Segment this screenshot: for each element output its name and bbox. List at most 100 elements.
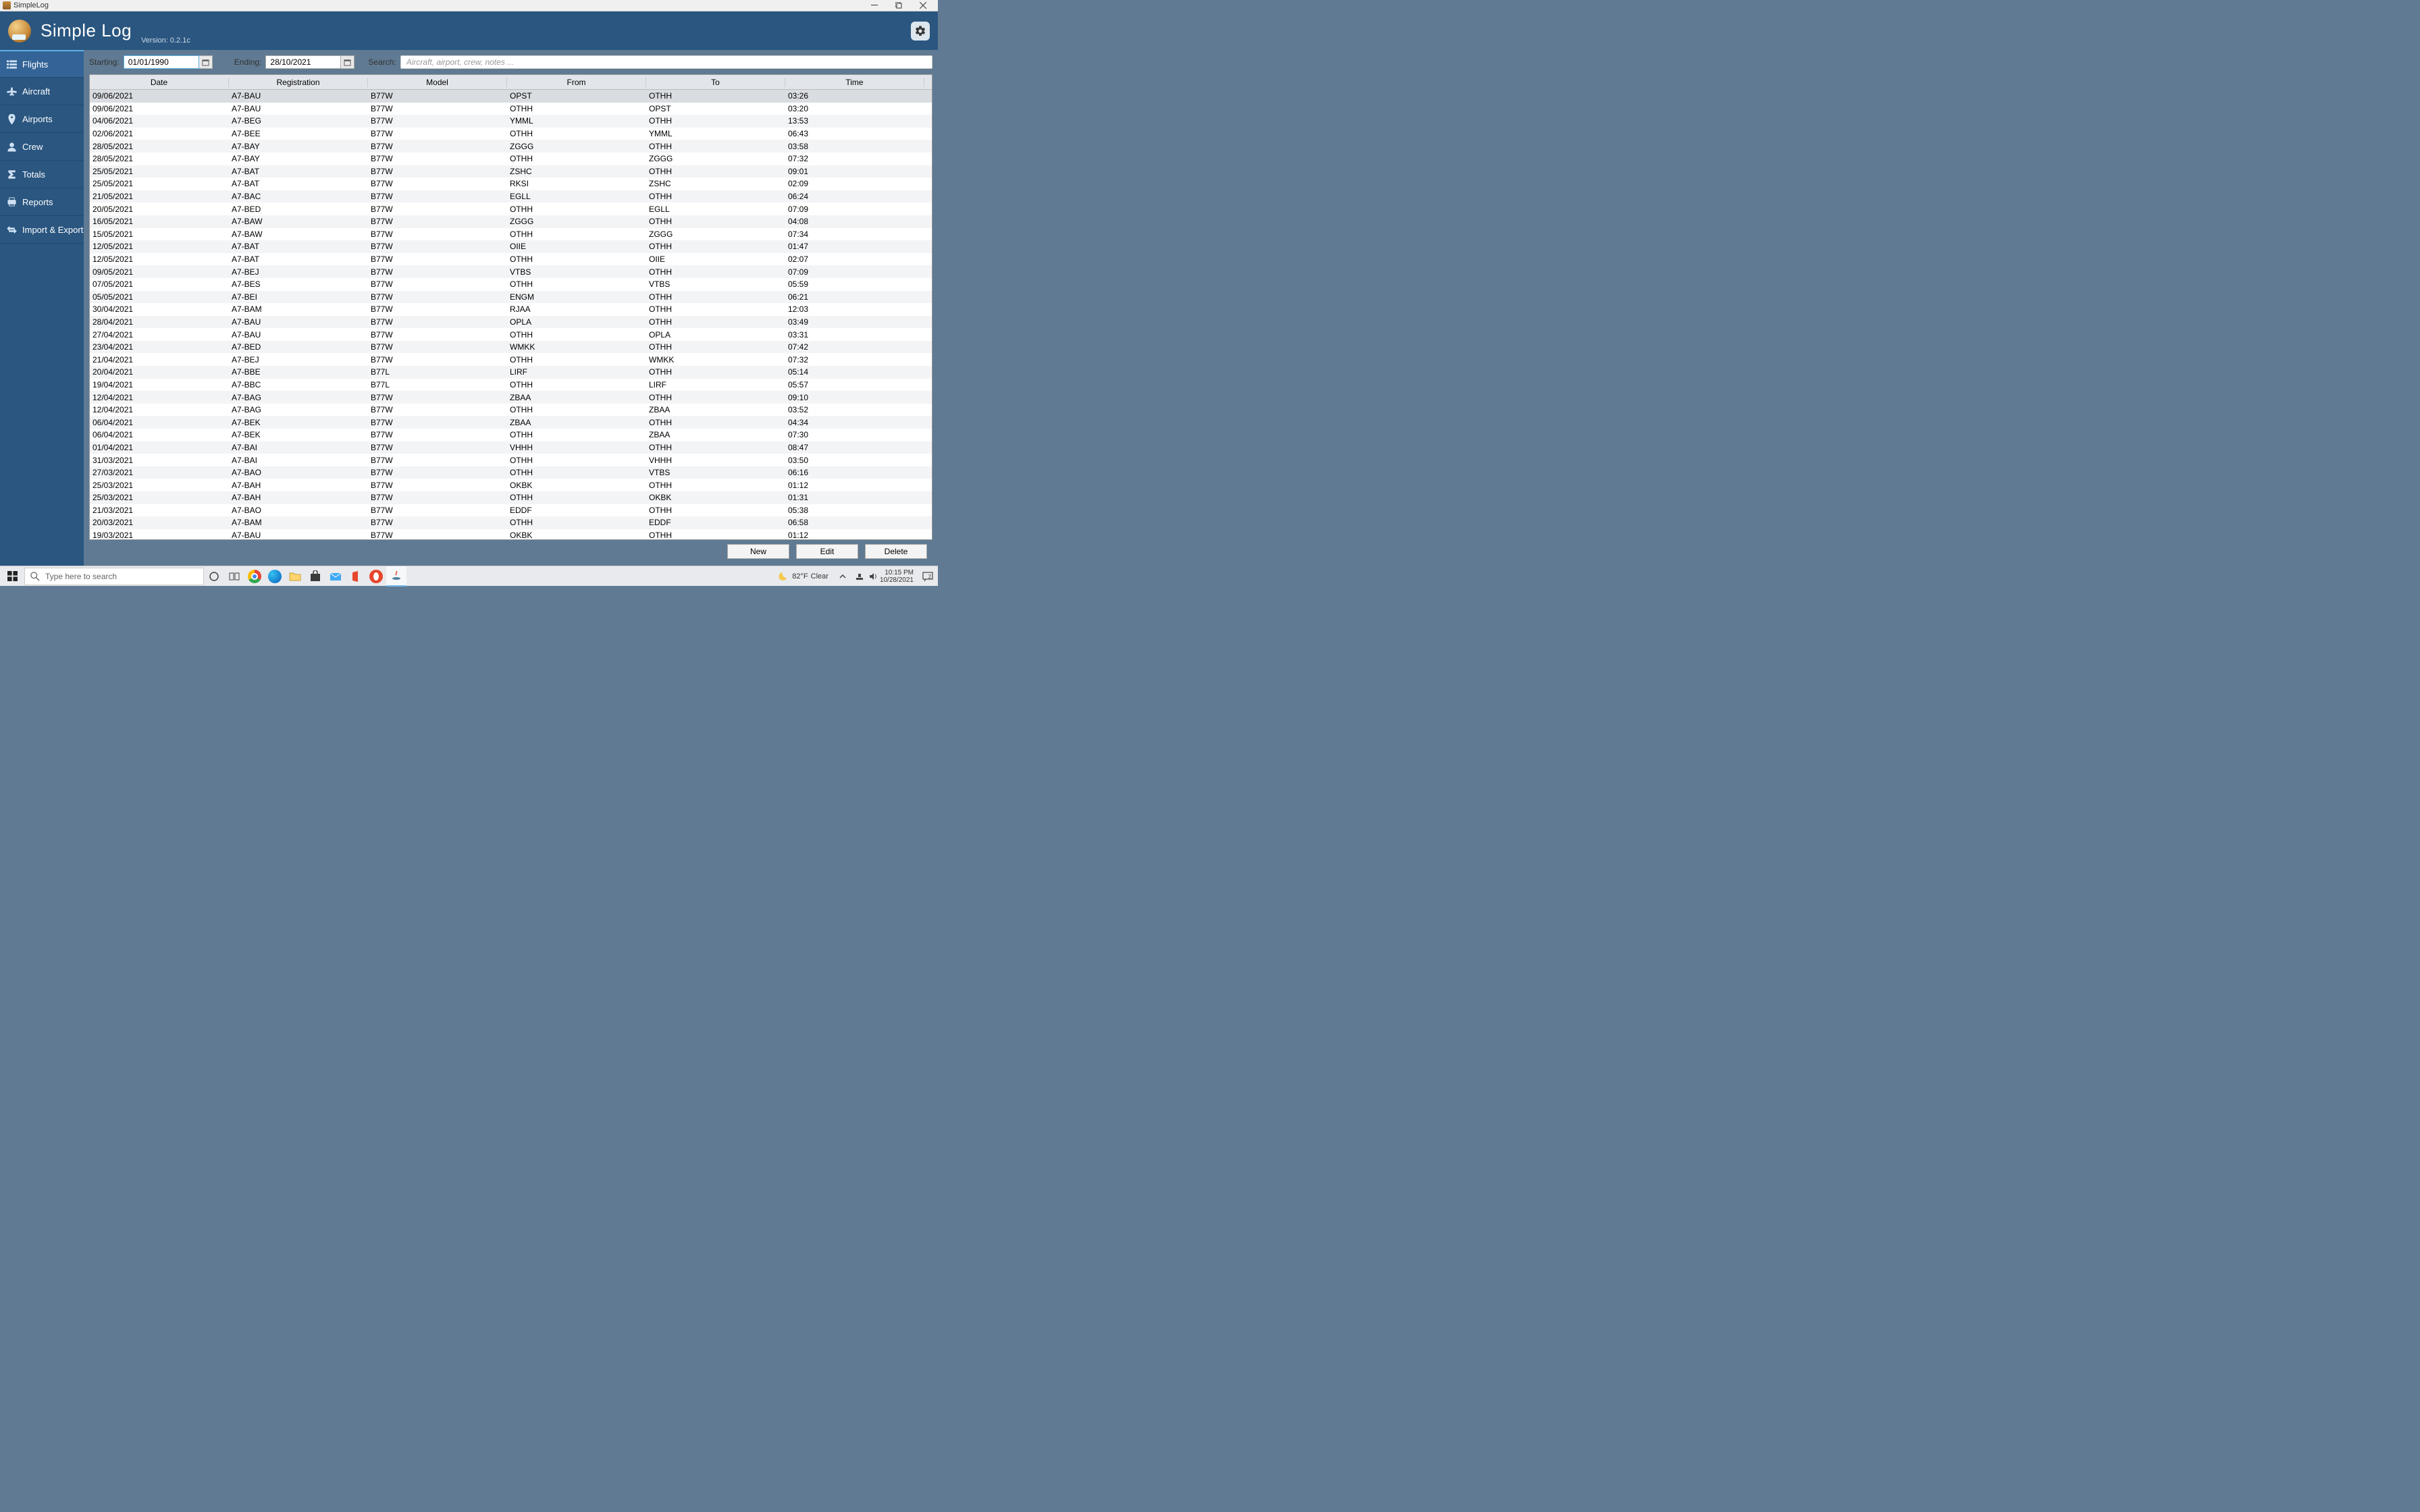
table-row[interactable]: 27/03/2021A7-BAOB77WOTHHVTBS06:16 [90, 466, 932, 479]
minimize-button[interactable] [862, 0, 887, 11]
table-cell: ZBAA [646, 430, 785, 439]
table-row[interactable]: 27/04/2021A7-BAUB77WOTHHOPLA03:31 [90, 328, 932, 341]
table-cell: A7-BAO [229, 468, 368, 477]
sidebar-item-import-export[interactable]: Import & Export [0, 216, 84, 244]
column-header-registration[interactable]: Registration [229, 78, 368, 87]
new-button[interactable]: New [727, 544, 789, 559]
table-row[interactable]: 12/04/2021A7-BAGB77WZBAAOTHH09:10 [90, 391, 932, 404]
taskbar-search-placeholder: Type here to search [45, 572, 117, 581]
table-row[interactable]: 15/05/2021A7-BAWB77WOTHHZGGG07:34 [90, 228, 932, 241]
table-cell: 04:08 [785, 217, 924, 226]
table-row[interactable]: 02/06/2021A7-BEEB77WOTHHYMML06:43 [90, 128, 932, 140]
table-row[interactable]: 21/05/2021A7-BACB77WEGLLOTHH06:24 [90, 190, 932, 203]
sidebar-item-aircraft[interactable]: Aircraft [0, 78, 84, 105]
sidebar-item-crew[interactable]: Crew [0, 133, 84, 161]
table-cell: OTHH [507, 518, 646, 527]
maximize-button[interactable] [887, 0, 911, 11]
taskbar-app-mail[interactable] [325, 566, 346, 587]
table-row[interactable]: 19/04/2021A7-BBCB77LOTHHLIRF05:57 [90, 379, 932, 392]
column-header-to[interactable]: To [646, 78, 785, 87]
table-row[interactable]: 25/05/2021A7-BATB77WZSHCOTHH09:01 [90, 165, 932, 178]
plane-icon [7, 86, 17, 97]
table-row[interactable]: 16/05/2021A7-BAWB77WZGGGOTHH04:08 [90, 215, 932, 228]
table-row[interactable]: 25/05/2021A7-BATB77WRKSIZSHC02:09 [90, 178, 932, 190]
column-header-time[interactable]: Time [785, 78, 924, 87]
table-row[interactable]: 04/06/2021A7-BEGB77WYMMLOTHH13:53 [90, 115, 932, 128]
sidebar-item-airports[interactable]: Airports [0, 105, 84, 133]
app-version: Version: 0.2.1c [141, 36, 190, 45]
table-row[interactable]: 12/05/2021A7-BATB77WOIIEOTHH01:47 [90, 240, 932, 253]
table-cell: A7-BAU [229, 330, 368, 340]
table-row[interactable]: 21/03/2021A7-BAOB77WEDDFOTHH05:38 [90, 504, 932, 517]
column-header-date[interactable]: Date [90, 78, 229, 87]
table-cell: B77W [368, 342, 507, 352]
cortana-button[interactable] [204, 566, 224, 587]
table-row[interactable]: 28/04/2021A7-BAUB77WOPLAOTHH03:49 [90, 316, 932, 329]
tray-network[interactable] [853, 566, 866, 587]
table-cell: OPLA [646, 330, 785, 340]
table-row[interactable]: 01/04/2021A7-BAIB77WVHHHOTHH08:47 [90, 441, 932, 454]
table-row[interactable]: 28/05/2021A7-BAYB77WZGGGOTHH03:58 [90, 140, 932, 153]
ending-date-input[interactable] [265, 55, 341, 69]
table-cell: OIIE [507, 242, 646, 251]
table-row[interactable]: 05/05/2021A7-BEIB77WENGMOTHH06:21 [90, 291, 932, 304]
edit-button[interactable]: Edit [796, 544, 858, 559]
table-cell: 06:16 [785, 468, 924, 477]
table-row[interactable]: 31/03/2021A7-BAIB77WOTHHVHHH03:50 [90, 454, 932, 466]
taskbar-app-java[interactable] [386, 566, 406, 587]
table-row[interactable]: 19/03/2021A7-BAUB77WOKBKOTHH01:12 [90, 529, 932, 539]
table-row[interactable]: 23/04/2021A7-BEDB77WWMKKOTHH07:42 [90, 341, 932, 354]
tray-chevron[interactable] [833, 566, 853, 587]
table-cell: 27/04/2021 [90, 330, 229, 340]
task-view-button[interactable] [224, 566, 244, 587]
table-row[interactable]: 28/05/2021A7-BAYB77WOTHHZGGG07:32 [90, 153, 932, 165]
table-row[interactable]: 25/03/2021A7-BAHB77WOKBKOTHH01:12 [90, 479, 932, 491]
starting-date-picker-button[interactable] [199, 55, 213, 69]
table-row[interactable]: 09/06/2021A7-BAUB77WOTHHOPST03:20 [90, 103, 932, 115]
table-cell: A7-BAC [229, 192, 368, 201]
taskbar-app-explorer[interactable] [285, 566, 305, 587]
taskbar-app-opera[interactable] [366, 566, 386, 587]
search-input[interactable] [400, 55, 932, 69]
start-button[interactable] [0, 566, 24, 587]
table-row[interactable]: 21/04/2021A7-BEJB77WOTHHWMKK07:32 [90, 353, 932, 366]
column-header-from[interactable]: From [507, 78, 646, 87]
table-row[interactable]: 12/04/2021A7-BAGB77WOTHHZBAA03:52 [90, 404, 932, 416]
table-row[interactable]: 07/05/2021A7-BESB77WOTHHVTBS05:59 [90, 278, 932, 291]
taskbar-app-edge[interactable] [265, 566, 285, 587]
starting-date-input[interactable] [124, 55, 199, 69]
table-row[interactable]: 12/05/2021A7-BATB77WOTHHOIIE02:07 [90, 253, 932, 266]
close-button[interactable] [911, 0, 935, 11]
ending-date-picker-button[interactable] [341, 55, 354, 69]
sidebar-item-flights[interactable]: Flights [0, 50, 84, 78]
table-row[interactable]: 20/03/2021A7-BAMB77WOTHHEDDF06:58 [90, 516, 932, 529]
delete-button[interactable]: Delete [865, 544, 927, 559]
table-cell: B77W [368, 91, 507, 101]
table-cell: B77W [368, 518, 507, 527]
table-cell: 06/04/2021 [90, 418, 229, 427]
sidebar-item-reports[interactable]: Reports [0, 188, 84, 216]
table-row[interactable]: 09/05/2021A7-BEJB77WVTBSOTHH07:09 [90, 265, 932, 278]
taskbar-search[interactable]: Type here to search [24, 568, 204, 585]
table-row[interactable]: 25/03/2021A7-BAHB77WOTHHOKBK01:31 [90, 491, 932, 504]
sidebar-item-totals[interactable]: Totals [0, 161, 84, 188]
tray-volume[interactable] [866, 566, 880, 587]
table-row[interactable]: 09/06/2021A7-BAUB77WOPSTOTHH03:26 [90, 90, 932, 103]
column-header-model[interactable]: Model [368, 78, 507, 87]
table-cell: 09/06/2021 [90, 91, 229, 101]
taskbar-app-store[interactable] [305, 566, 325, 587]
settings-button[interactable] [911, 22, 930, 40]
table-body[interactable]: 09/06/2021A7-BAUB77WOPSTOTHH03:2609/06/2… [90, 90, 932, 539]
table-row[interactable]: 06/04/2021A7-BEKB77WZBAAOTHH04:34 [90, 416, 932, 429]
taskbar-clock[interactable]: 10:15 PM 10/28/2021 [880, 569, 914, 584]
table-cell: A7-BAW [229, 217, 368, 226]
taskbar-app-chrome[interactable] [244, 566, 265, 587]
taskbar-app-office[interactable] [346, 566, 366, 587]
table-row[interactable]: 20/04/2021A7-BBEB77LLIRFOTHH05:14 [90, 366, 932, 379]
table-row[interactable]: 20/05/2021A7-BEDB77WOTHHEGLL07:09 [90, 202, 932, 215]
table-cell: 12/05/2021 [90, 254, 229, 264]
table-row[interactable]: 06/04/2021A7-BEKB77WOTHHZBAA07:30 [90, 429, 932, 441]
table-row[interactable]: 30/04/2021A7-BAMB77WRJAAOTHH12:03 [90, 303, 932, 316]
notification-button[interactable]: 2 [918, 566, 938, 587]
taskbar-weather[interactable]: 82°F Clear [779, 571, 828, 582]
